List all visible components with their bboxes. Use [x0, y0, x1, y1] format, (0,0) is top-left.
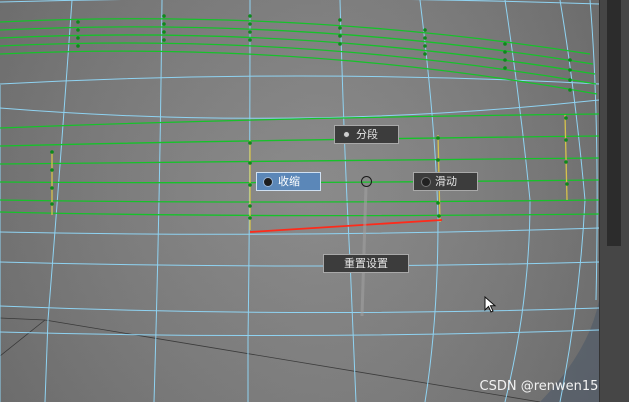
scrollbar[interactable] [607, 0, 621, 246]
slide-label: 滑动 [435, 175, 457, 188]
shrink-label: 收缩 [278, 175, 300, 188]
shrink-button[interactable]: 收缩 [256, 172, 321, 191]
center-handle-icon[interactable] [361, 176, 372, 187]
radio-dot-icon [421, 177, 431, 187]
radio-dot-icon [343, 131, 350, 138]
segments-label: 分段 [356, 128, 378, 141]
reset-settings-button[interactable]: 重置设置 [323, 254, 409, 273]
right-side-panel [599, 0, 629, 402]
slide-button[interactable]: 滑动 [413, 172, 478, 191]
mouse-cursor-icon [484, 296, 497, 313]
3d-viewport[interactable]: 分段 收缩 滑动 重置设置 CSDN @renwen1579 [0, 0, 629, 402]
reset-settings-label: 重置设置 [344, 257, 388, 270]
watermark: CSDN @renwen1579 [479, 379, 615, 394]
mesh-wireframe [0, 0, 629, 402]
segments-button[interactable]: 分段 [334, 125, 399, 144]
radio-dot-icon [263, 177, 273, 187]
